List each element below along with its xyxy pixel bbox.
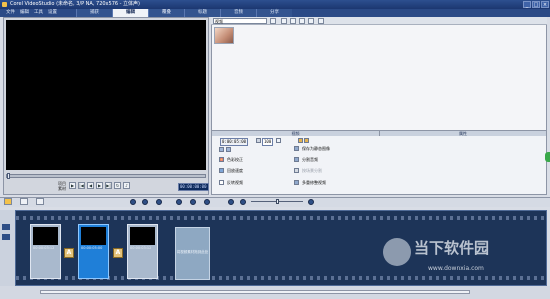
- rotate-left-icon[interactable]: [219, 147, 224, 152]
- audio-icon[interactable]: [308, 18, 314, 24]
- storyboard-view-button[interactable]: [4, 198, 12, 205]
- mute-icon[interactable]: [276, 138, 281, 143]
- storyboard-clip-3[interactable]: 00:00:03:12: [127, 224, 158, 279]
- tab-share[interactable]: 分享: [256, 9, 292, 17]
- record-icon[interactable]: [156, 199, 162, 205]
- library-category-select[interactable]: 视频: [213, 18, 267, 24]
- clip-duration: 00:00:05:00: [81, 246, 103, 250]
- mark-icon[interactable]: [240, 199, 246, 205]
- fade-out-icon[interactable]: [304, 138, 309, 143]
- zoom-out-icon[interactable]: [176, 199, 182, 205]
- split-by-scene-label: 按场景分割: [302, 168, 322, 173]
- drop-clip-placeholder[interactable]: 将视频素材拖到此处: [175, 227, 210, 280]
- preview-scrubber[interactable]: [6, 174, 206, 178]
- film-icon[interactable]: [290, 18, 296, 24]
- clip-duration: 00:00:03:12: [130, 246, 152, 250]
- menu-item-file[interactable]: 文件: [6, 9, 15, 17]
- minimize-button[interactable]: _: [523, 1, 531, 8]
- tab-overlay[interactable]: 覆叠: [148, 9, 184, 17]
- multi-trim-icon[interactable]: [294, 180, 299, 185]
- volume-button[interactable]: ♪: [123, 182, 130, 189]
- end-button[interactable]: ▶|: [105, 182, 112, 189]
- play-button[interactable]: ▶: [69, 182, 76, 189]
- import-icon[interactable]: [281, 18, 287, 24]
- tab-capture[interactable]: 捕获: [76, 9, 112, 17]
- split-audio-icon[interactable]: [294, 157, 299, 162]
- transition-icon[interactable]: A: [64, 248, 74, 258]
- repeat-button[interactable]: ↻: [114, 182, 121, 189]
- audio-view-button[interactable]: [36, 198, 44, 205]
- scroll-right-icon[interactable]: [2, 234, 10, 240]
- rotate-right-icon[interactable]: [226, 147, 231, 152]
- fit-project-icon[interactable]: [204, 199, 210, 205]
- preview-window[interactable]: [6, 20, 206, 170]
- save-still-label[interactable]: 保存为静态图像: [302, 146, 330, 152]
- next-frame-button[interactable]: ▶: [96, 182, 103, 189]
- watermark-url: www.downxia.com: [428, 265, 484, 272]
- undo-icon[interactable]: [130, 199, 136, 205]
- menu-item-tools[interactable]: 工具: [34, 9, 43, 17]
- zoom-slider-handle[interactable]: [276, 199, 279, 204]
- storyboard-clip-2[interactable]: 00:00:05:00: [78, 224, 109, 279]
- film-perforation-top: [16, 216, 546, 220]
- clip-thumbnail: [33, 227, 58, 245]
- sort-icon[interactable]: [318, 18, 324, 24]
- reverse-video-checkbox[interactable]: [219, 180, 224, 185]
- multi-trim-label[interactable]: 多重修整视频: [302, 180, 326, 186]
- library-panel: [211, 17, 547, 131]
- side-tab-icon[interactable]: [545, 152, 550, 162]
- clip-thumbnail: [130, 227, 155, 245]
- watermark-name: 当下软件园: [414, 239, 490, 257]
- horizontal-scrollbar[interactable]: [40, 290, 470, 294]
- project-end-icon[interactable]: [308, 199, 314, 205]
- mode-clip-label[interactable]: 素材: [58, 186, 66, 192]
- duration-field[interactable]: 0:00:05:00: [220, 138, 249, 146]
- storyboard-clip-1[interactable]: 00:00:03:12: [30, 224, 61, 279]
- split-by-scene-icon: [294, 168, 299, 173]
- speaker-icon[interactable]: [256, 138, 261, 143]
- color-correction-icon[interactable]: [219, 157, 224, 162]
- timecode-display[interactable]: 00:00:00:00: [178, 183, 209, 191]
- close-button[interactable]: ×: [541, 1, 549, 8]
- watermark-logo-icon: [383, 238, 411, 266]
- smart-proxy-icon[interactable]: [228, 199, 234, 205]
- tab-audio[interactable]: 音频: [220, 9, 256, 17]
- tab-title[interactable]: 标题: [184, 9, 220, 17]
- window-title: Corel VideoStudio (未命名, 3/P NA, 720x576 …: [10, 1, 140, 7]
- menu-item-settings[interactable]: 设置: [48, 9, 57, 17]
- storyboard-side-panel: [0, 210, 15, 286]
- previous-frame-button[interactable]: ◀: [87, 182, 94, 189]
- redo-icon[interactable]: [142, 199, 148, 205]
- scrubber-handle[interactable]: [7, 173, 10, 179]
- tab-video-options[interactable]: 视频: [212, 131, 380, 136]
- maximize-button[interactable]: □: [532, 1, 540, 8]
- tab-edit[interactable]: 编辑: [112, 9, 148, 17]
- menu-item-edit[interactable]: 编辑: [20, 9, 29, 17]
- reverse-video-label: 反转视频: [227, 180, 243, 185]
- timeline-toolbar: [0, 197, 550, 207]
- timeline-view-button[interactable]: [20, 198, 28, 205]
- portrait-thumbnail-icon[interactable]: [214, 27, 234, 44]
- playback-speed-icon[interactable]: [219, 168, 224, 173]
- title-bar: Corel VideoStudio (未命名, 3/P NA, 720x576 …: [0, 0, 550, 9]
- playback-speed-label[interactable]: 回放速度: [227, 168, 243, 174]
- scroll-left-icon[interactable]: [2, 224, 10, 230]
- app-logo-icon: [2, 2, 7, 7]
- transition-icon[interactable]: A: [113, 248, 123, 258]
- tab-attribute-options[interactable]: 属性: [380, 131, 547, 136]
- image-icon[interactable]: [299, 18, 305, 24]
- color-correction-label[interactable]: 色彩校正: [227, 157, 243, 163]
- fade-in-icon[interactable]: [298, 138, 303, 143]
- clip-thumbnail: [81, 227, 106, 245]
- save-still-icon[interactable]: [294, 146, 299, 151]
- folder-icon[interactable]: [270, 18, 276, 24]
- split-audio-label[interactable]: 分割音频: [302, 157, 318, 163]
- clip-duration: 00:00:03:12: [33, 246, 55, 250]
- home-button[interactable]: |◀: [78, 182, 85, 189]
- volume-field[interactable]: 100: [262, 138, 274, 146]
- zoom-in-icon[interactable]: [190, 199, 196, 205]
